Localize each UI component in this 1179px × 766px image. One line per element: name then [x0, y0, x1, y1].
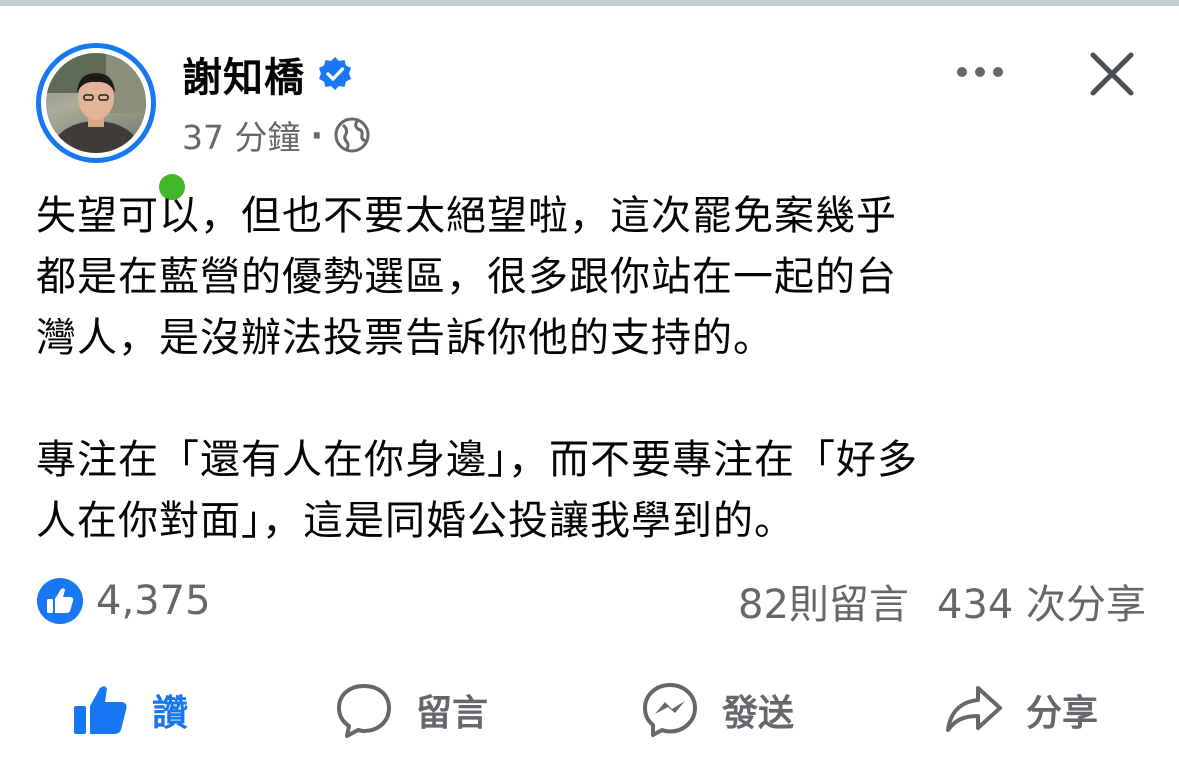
- post-meta: 37 分鐘 ·: [182, 112, 371, 158]
- reaction-count[interactable]: 4,375: [96, 578, 211, 624]
- top-divider: [0, 0, 1179, 6]
- like-label: 讚: [152, 693, 189, 734]
- more-options-icon: [957, 67, 1003, 77]
- close-icon: [1090, 52, 1134, 96]
- comment-count[interactable]: 82則留言: [738, 572, 909, 630]
- share-count[interactable]: 434 次分享: [937, 572, 1146, 630]
- verified-badge-icon: [319, 57, 351, 90]
- engagement-counts: 82則留言 434 次分享: [738, 572, 1146, 630]
- post-line: 人在你對面」，這是同婚公投讓我學到的。: [36, 498, 795, 544]
- comment-button[interactable]: 留言: [334, 670, 488, 750]
- author-avatar[interactable]: [36, 43, 191, 206]
- post-timestamp[interactable]: 37 分鐘: [182, 111, 300, 159]
- post-paragraph-1: 失望可以，但也不要太絕望啦，這次罷免案幾乎 都是在藍營的優勢選區，很多跟你站在一…: [36, 186, 1146, 369]
- comment-bubble-icon: [337, 684, 391, 738]
- share-button[interactable]: 分享: [944, 670, 1098, 750]
- post-line: 都是在藍營的優勢選區，很多跟你站在一起的台: [36, 254, 897, 300]
- author-header: 謝知橋: [182, 46, 353, 102]
- thumbs-up-icon: [74, 686, 127, 734]
- post-line: 灣人，是沒辦法投票告訴你他的支持的。: [36, 315, 774, 361]
- post-text: 失望可以，但也不要太絕望啦，這次罷免案幾乎 都是在藍營的優勢選區，很多跟你站在一…: [36, 186, 1146, 552]
- post-paragraph-2: 專注在「還有人在你身邊」，而不要專注在「好多 人在你對面」，這是同婚公投讓我學到…: [36, 430, 1146, 552]
- post-line: 失望可以，但也不要太絕望啦，這次罷免案幾乎: [36, 193, 897, 239]
- thumbs-up-badge-icon[interactable]: [36, 577, 84, 625]
- engagement-summary: 4,375 82則留言 434 次分享: [36, 572, 1146, 630]
- action-bar: 讚 留言 發送 分享: [0, 670, 1179, 750]
- more-options-button[interactable]: [950, 52, 1010, 92]
- post-line: 專注在「還有人在你身邊」，而不要專注在「好多: [36, 437, 918, 483]
- send-label: 發送: [722, 693, 795, 734]
- share-arrow-icon: [946, 686, 1002, 732]
- send-button[interactable]: 發送: [640, 670, 794, 750]
- close-button[interactable]: [1084, 46, 1140, 102]
- avatar-photo: [46, 53, 146, 153]
- globe-icon[interactable]: [333, 116, 371, 154]
- comment-label: 留言: [416, 693, 489, 734]
- share-label: 分享: [1026, 693, 1099, 734]
- meta-separator: ·: [310, 115, 324, 155]
- messenger-icon: [643, 683, 697, 737]
- author-name[interactable]: 謝知橋: [182, 45, 305, 103]
- like-button[interactable]: 讚: [70, 670, 188, 750]
